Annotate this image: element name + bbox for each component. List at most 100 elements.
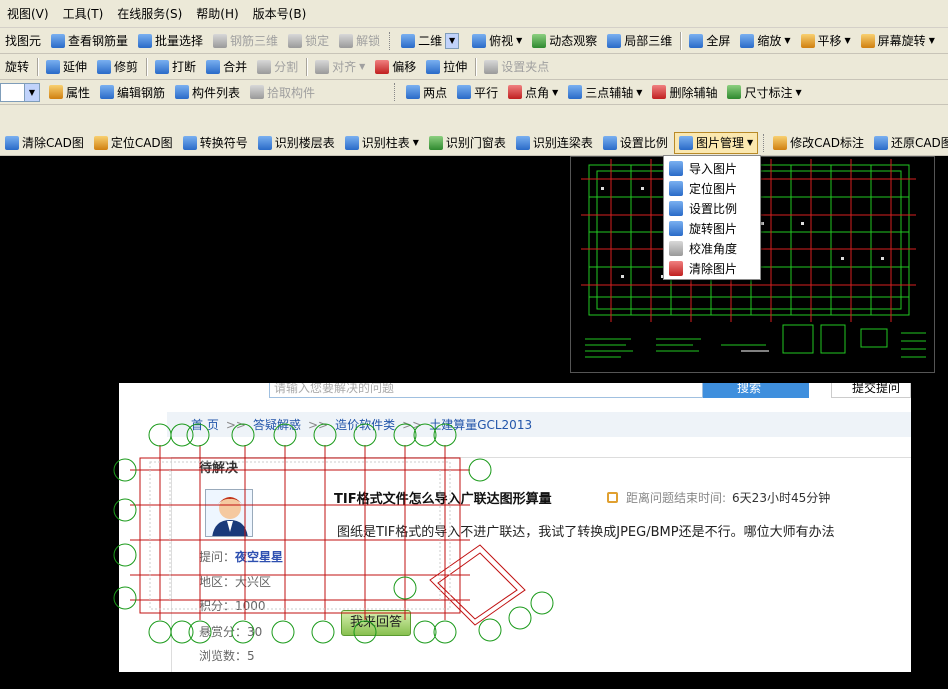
breadcrumb-separator: >>: [402, 417, 423, 432]
restore-cad-button[interactable]: 还原CAD图元: [870, 132, 948, 154]
chevron-down-icon: ▼: [844, 36, 851, 45]
avatar: [205, 489, 253, 537]
menu-calibrate-angle[interactable]: 校准角度: [664, 238, 760, 258]
menu-import-image[interactable]: 导入图片: [664, 158, 760, 178]
edit-rebar-icon: [100, 85, 115, 99]
toolbar-grip[interactable]: [389, 31, 392, 50]
lock-icon: [288, 33, 303, 48]
pan-button[interactable]: 平移 ▼: [797, 30, 855, 52]
local-3d-button[interactable]: 局部三维: [603, 30, 676, 52]
view-count: 浏览数：5: [199, 649, 255, 663]
stretch-button[interactable]: 拉伸: [422, 56, 471, 78]
edit-rebar-button[interactable]: 编辑钢筋: [96, 81, 169, 103]
recognize-beam-button[interactable]: 识别连梁表: [512, 132, 597, 154]
web-search-input: 请输入您要解决的问题: [269, 383, 703, 398]
two-points-button[interactable]: 两点: [402, 81, 451, 103]
locate-cad-icon: [93, 135, 108, 150]
component-list-button[interactable]: 构件列表: [171, 81, 244, 103]
unlock-button[interactable]: 解锁: [335, 30, 384, 52]
batch-select-button[interactable]: 批量选择: [134, 30, 207, 52]
offset-button[interactable]: 偏移: [371, 56, 420, 78]
stretch-icon: [426, 59, 441, 74]
dimension-button[interactable]: 尺寸标注 ▼: [723, 81, 805, 103]
dynamic-observe-button[interactable]: 动态观察: [528, 30, 601, 52]
align-button[interactable]: 对齐 ▼: [311, 56, 369, 78]
separator: [37, 57, 39, 76]
image-manage-button[interactable]: 图片管理 ▼: [673, 131, 759, 154]
point-angle-button[interactable]: 点角 ▼: [504, 81, 562, 103]
separator: [306, 57, 308, 76]
breadcrumb-qa: 答疑解惑: [252, 418, 301, 432]
menu-version[interactable]: 版本号(B): [246, 0, 314, 27]
rebar-3d-button[interactable]: 钢筋三维: [209, 30, 282, 52]
recognize-floor-button[interactable]: 识别楼层表: [254, 132, 339, 154]
orbit-icon: [532, 33, 547, 48]
door-window-icon: [428, 135, 443, 150]
fullscreen-button[interactable]: 全屏: [685, 30, 734, 52]
menu-view[interactable]: 视图(V): [0, 0, 56, 27]
restore-cad-icon: [873, 135, 888, 150]
breadcrumb-separator: >>: [225, 417, 246, 432]
chevron-down-icon[interactable]: ▼: [24, 83, 39, 101]
lock-button[interactable]: 锁定: [284, 30, 333, 52]
delete-aux-button[interactable]: 删除辅轴: [648, 81, 721, 103]
parallel-button[interactable]: 平行: [453, 81, 502, 103]
split-button[interactable]: 分割: [253, 56, 302, 78]
imported-webpage-image: 请输入您要解决的问题 搜索 提交提问 首 页 >> 答疑解惑 >> 造价软件类 …: [119, 383, 911, 672]
menu-tools[interactable]: 工具(T): [56, 0, 111, 27]
view-2d-select[interactable]: 二维 ▼: [397, 30, 466, 52]
recognize-column-button[interactable]: 识别柱表 ▼: [341, 132, 423, 154]
separator: [680, 31, 682, 50]
two-points-axis-icon: [406, 85, 421, 99]
floor-table-icon: [257, 135, 272, 150]
three-point-aux-button[interactable]: 三点辅轴 ▼: [564, 81, 646, 103]
calibrate-angle-icon: [669, 240, 683, 256]
web-breadcrumb: 首 页 >> 答疑解惑 >> 造价软件类 >> 土建算量GCL2013: [167, 412, 911, 437]
pick-component-button[interactable]: 拾取构件: [246, 81, 319, 103]
properties-button[interactable]: 属性: [45, 81, 94, 103]
screen-rotate-button[interactable]: 屏幕旋转 ▼: [857, 30, 939, 52]
menu-help[interactable]: 帮助(H): [189, 0, 245, 27]
fullscreen-icon: [689, 33, 704, 48]
set-scale-button[interactable]: 设置比例: [599, 132, 672, 154]
break-button[interactable]: 打断: [151, 56, 200, 78]
locate-cad-button[interactable]: 定位CAD图: [90, 132, 177, 154]
menu-set-scale[interactable]: 设置比例: [664, 198, 760, 218]
toolbar-grip[interactable]: [763, 133, 765, 152]
find-element-button[interactable]: 找图元: [1, 30, 45, 52]
clear-cad-button[interactable]: 清除CAD图: [1, 132, 88, 154]
recognize-door-window-button[interactable]: 识别门窗表: [425, 132, 510, 154]
question-title: TIF格式文件怎么导入广联达图形算量: [334, 492, 552, 507]
zoom-button[interactable]: 缩放 ▼: [736, 30, 794, 52]
modify-cad-label-button[interactable]: 修改CAD标注: [769, 132, 868, 154]
three-point-axis-icon: [568, 85, 583, 99]
merge-button[interactable]: 合并: [202, 56, 251, 78]
floor-select[interactable]: ▼: [0, 82, 40, 102]
convert-symbol-button[interactable]: 转换符号: [179, 132, 252, 154]
extend-button[interactable]: 延伸: [42, 56, 91, 78]
menu-online-service[interactable]: 在线服务(S): [110, 0, 189, 27]
clear-cad-icon: [5, 135, 19, 150]
asker-level: 积分：1000: [199, 599, 266, 613]
image-icon: [678, 135, 693, 150]
menu-clear-image[interactable]: 清除图片: [664, 258, 760, 278]
menu-locate-image[interactable]: 定位图片: [664, 178, 760, 198]
rotate-button[interactable]: 旋转: [1, 56, 33, 78]
toolbar-grip[interactable]: [394, 83, 397, 101]
view-rebar-button[interactable]: 查看钢筋量: [47, 30, 132, 52]
glasses-icon: [51, 33, 66, 48]
align-icon: [315, 59, 330, 74]
set-grip-button[interactable]: 设置夹点: [480, 56, 553, 78]
answer-button: 我来回答: [341, 610, 411, 636]
top-view-button[interactable]: 俯视 ▼: [468, 30, 526, 52]
break-icon: [155, 59, 170, 74]
chevron-down-icon[interactable]: ▼: [445, 32, 460, 49]
column-table-icon: [344, 135, 359, 150]
asker-info: 提问：夜空星星: [199, 550, 284, 564]
properties-icon: [49, 85, 63, 99]
locate-image-icon: [669, 180, 683, 196]
scale-icon: [669, 200, 683, 216]
trim-button[interactable]: 修剪: [93, 56, 142, 78]
chevron-down-icon: ▼: [412, 138, 419, 147]
menu-rotate-image[interactable]: 旋转图片: [664, 218, 760, 238]
